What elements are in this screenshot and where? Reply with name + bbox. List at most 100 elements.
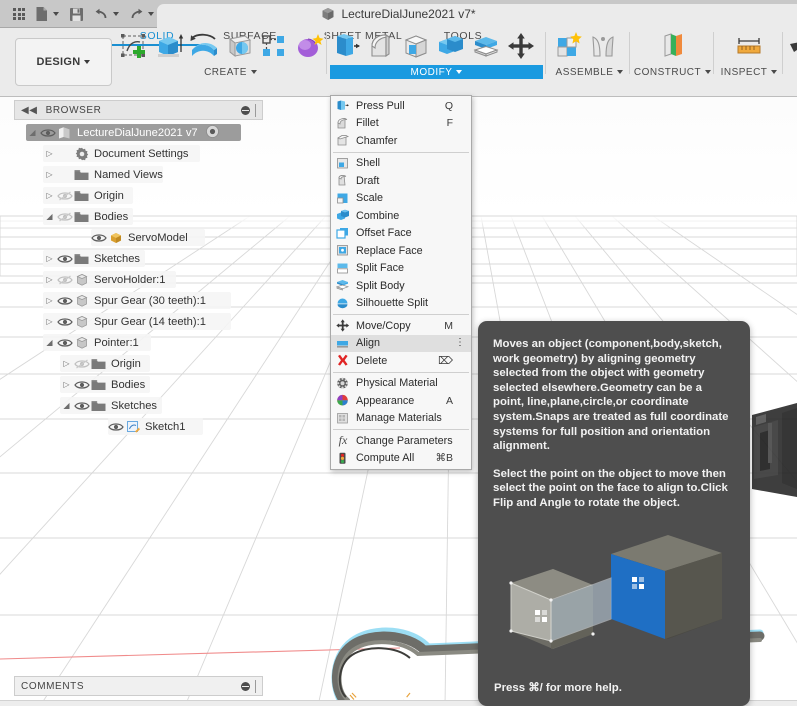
tree-row-spur-gear-14-teeth-1[interactable]: Spur Gear (14 teeth):1 — [14, 311, 274, 332]
eye-visible-icon[interactable] — [56, 295, 73, 307]
tree-row-spur-gear-30-teeth-1[interactable]: Spur Gear (30 teeth):1 — [14, 290, 274, 311]
menu-item-silhouette-split[interactable]: Silhouette Split — [331, 295, 471, 313]
split-body-icon[interactable] — [470, 30, 502, 62]
menu-item-manage-materials[interactable]: Manage Materials — [331, 410, 471, 428]
menu-item-overflow-icon[interactable]: ⋮ — [455, 338, 465, 348]
eye-hidden-icon[interactable] — [56, 274, 73, 286]
menu-item-shell[interactable]: Shell — [331, 155, 471, 173]
modify-dropdown-menu[interactable]: Press Pull Q Fillet F Chamfer Shell Draft Scale… — [330, 95, 472, 470]
panel-menu-icon[interactable] — [241, 103, 256, 117]
tree-row-origin[interactable]: Origin — [14, 185, 274, 206]
tree-row-origin[interactable]: Origin — [14, 353, 274, 374]
undo-button[interactable] — [89, 0, 124, 28]
activate-icon[interactable] — [205, 124, 219, 141]
expand-arrow-closed-icon[interactable] — [43, 275, 56, 284]
eye-visible-icon[interactable] — [39, 127, 56, 139]
comments-panel-header[interactable]: COMMENTS — [14, 676, 263, 696]
menu-item-offset-face[interactable]: Offset Face — [331, 225, 471, 243]
menu-item-draft[interactable]: Draft — [331, 172, 471, 190]
extrude-icon[interactable] — [153, 30, 185, 62]
combine-icon[interactable] — [435, 30, 467, 62]
pattern-icon[interactable] — [258, 30, 290, 62]
sweep-icon[interactable] — [223, 30, 255, 62]
panel-label-create[interactable]: CREATE — [118, 65, 343, 79]
shell-icon[interactable] — [400, 30, 432, 62]
select-icon[interactable] — [786, 30, 797, 62]
eye-visible-icon[interactable] — [90, 232, 107, 244]
eye-visible-icon[interactable] — [73, 400, 90, 412]
menu-item-delete[interactable]: Delete ⌦ — [331, 352, 471, 370]
tree-row-sketches[interactable]: Sketches — [14, 248, 274, 269]
save-button[interactable] — [64, 0, 89, 28]
menu-item-align[interactable]: Align ⋮ — [331, 334, 471, 352]
draft-icon — [335, 174, 351, 188]
menu-item-split-body[interactable]: Split Body — [331, 277, 471, 295]
expand-arrow-closed-icon[interactable] — [43, 296, 56, 305]
menu-item-appearance[interactable]: Appearance A — [331, 392, 471, 410]
expand-arrow-open-icon[interactable] — [43, 338, 56, 347]
revolve-icon[interactable] — [188, 30, 220, 62]
eye-hidden-icon[interactable] — [56, 211, 73, 223]
collapse-left-icon[interactable]: ◀◀ — [21, 105, 38, 116]
eye-visible-icon[interactable] — [107, 421, 124, 433]
eye-visible-icon[interactable] — [56, 253, 73, 265]
expand-arrow-closed-icon[interactable] — [43, 170, 56, 179]
expand-arrow-closed-icon[interactable] — [60, 380, 73, 389]
expand-arrow-open-icon[interactable] — [60, 401, 73, 410]
expand-arrow-closed-icon[interactable] — [60, 359, 73, 368]
tree-row-lecturedialjune2021-v7[interactable]: LectureDialJune2021 v7 — [14, 122, 274, 143]
menu-item-replace-face[interactable]: Replace Face — [331, 242, 471, 260]
panel-label-construct[interactable]: CONSTRUCT — [634, 65, 712, 79]
menu-item-change-parameters[interactable]: fx Change Parameters — [331, 432, 471, 450]
panel-label-modify[interactable]: MODIFY — [330, 65, 543, 79]
joint-icon[interactable] — [587, 30, 619, 62]
expand-arrow-closed-icon[interactable] — [43, 191, 56, 200]
browser-tree[interactable]: LectureDialJune2021 v7 Document Settings N… — [14, 122, 274, 437]
panel-menu-icon[interactable] — [241, 679, 256, 693]
new-component-icon[interactable] — [552, 30, 584, 62]
tree-row-named-views[interactable]: Named Views — [14, 164, 274, 185]
menu-item-split-face[interactable]: Split Face — [331, 260, 471, 278]
eye-hidden-icon[interactable] — [56, 190, 73, 202]
browser-panel-header[interactable]: ◀◀ BROWSER — [14, 100, 263, 120]
redo-button[interactable] — [124, 0, 159, 28]
menu-item-physical-material[interactable]: Physical Material — [331, 375, 471, 393]
tree-row-bodies[interactable]: Bodies — [14, 206, 274, 227]
offset-plane-icon[interactable] — [657, 30, 689, 62]
menu-item-press-pull[interactable]: Press Pull Q — [331, 97, 471, 115]
panel-label-inspect[interactable]: INSPECT — [718, 65, 780, 79]
menu-item-move-copy[interactable]: Move/Copy M — [331, 317, 471, 335]
tree-row-pointer-1[interactable]: Pointer:1 — [14, 332, 274, 353]
tree-row-sketches[interactable]: Sketches — [14, 395, 274, 416]
press-pull-icon[interactable] — [330, 30, 362, 62]
panel-label-assemble[interactable]: ASSEMBLE — [552, 65, 627, 79]
eye-visible-icon[interactable] — [73, 379, 90, 391]
app-grid-button[interactable] — [8, 0, 30, 28]
eye-visible-icon[interactable] — [56, 337, 73, 349]
menu-item-fillet[interactable]: Fillet F — [331, 115, 471, 133]
new-file-button[interactable] — [30, 0, 64, 28]
menu-item-scale[interactable]: Scale — [331, 190, 471, 208]
menu-item-chamfer[interactable]: Chamfer — [331, 132, 471, 150]
menu-item-compute-all[interactable]: Compute All ⌘B — [331, 450, 471, 468]
expand-arrow-closed-icon[interactable] — [43, 317, 56, 326]
move-copy-icon[interactable] — [505, 30, 537, 62]
tree-row-servomodel[interactable]: ServoModel — [14, 227, 274, 248]
eye-hidden-icon[interactable] — [73, 358, 90, 370]
expand-arrow-open-icon[interactable] — [43, 212, 56, 221]
tree-row-document-settings[interactable]: Document Settings — [14, 143, 274, 164]
eye-visible-icon[interactable] — [56, 316, 73, 328]
fillet-icon[interactable] — [365, 30, 397, 62]
workspace-switcher-button[interactable]: DESIGN — [15, 38, 112, 86]
tree-row-servoholder-1[interactable]: ServoHolder:1 — [14, 269, 274, 290]
measure-icon[interactable] — [733, 30, 765, 62]
create-sketch-icon[interactable] — [118, 30, 150, 62]
expand-arrow-open-icon[interactable] — [26, 128, 39, 137]
tree-row-sketch1[interactable]: Sketch1 — [14, 416, 274, 437]
expand-arrow-closed-icon[interactable] — [43, 149, 56, 158]
menu-item-label: Manage Materials — [356, 412, 442, 425]
expand-arrow-closed-icon[interactable] — [43, 254, 56, 263]
form-icon[interactable] — [293, 30, 325, 62]
tree-row-bodies[interactable]: Bodies — [14, 374, 274, 395]
menu-item-combine[interactable]: Combine — [331, 207, 471, 225]
